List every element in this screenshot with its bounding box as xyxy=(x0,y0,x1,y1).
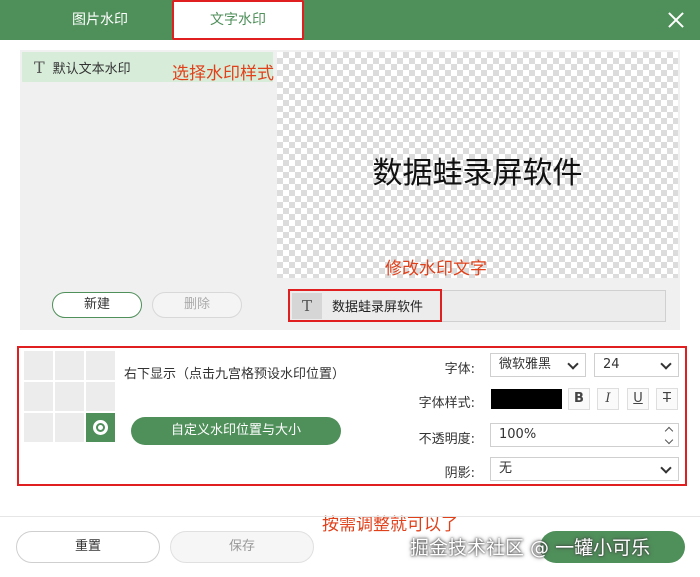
font-style-label: 字体样式: xyxy=(418,396,475,411)
new-button[interactable]: 新建 xyxy=(52,292,142,318)
font-color-swatch[interactable] xyxy=(491,389,562,409)
save-button[interactable]: 保存 xyxy=(170,531,314,563)
shadow-select[interactable]: 无 xyxy=(490,457,679,481)
footer-divider xyxy=(0,516,700,517)
font-label: 字体: xyxy=(444,362,475,377)
annotation-choose-style: 选择水印样式 xyxy=(172,64,274,84)
style-item-label: 默认文本水印 xyxy=(52,61,131,77)
position-cell-9-selected-icon[interactable] xyxy=(86,413,115,442)
font-size-value: 24 xyxy=(603,357,620,372)
watermark-settings: 右下显示（点击九宫格预设水印位置） 自定义水印位置与大小 字体: 微软雅黑 24… xyxy=(17,346,687,486)
position-cell-3[interactable] xyxy=(86,351,115,380)
tab-text-watermark[interactable]: 文字水印 xyxy=(172,0,304,40)
close-icon[interactable] xyxy=(666,10,686,30)
chevron-down-icon xyxy=(660,462,672,474)
reset-button[interactable]: 重置 xyxy=(16,531,160,563)
stepper-arrows-icon[interactable] xyxy=(664,426,674,445)
delete-button[interactable]: 删除 xyxy=(152,292,242,318)
custom-position-button[interactable]: 自定义水印位置与大小 xyxy=(131,417,341,445)
font-value: 微软雅黑 xyxy=(499,357,552,372)
annotation-edit-text: 修改水印文字 xyxy=(385,259,487,279)
font-select[interactable]: 微软雅黑 xyxy=(490,353,586,377)
position-cell-2[interactable] xyxy=(55,351,84,380)
site-watermark: 掘金技术社区 @ 一罐小可乐 xyxy=(410,537,651,559)
shadow-value: 无 xyxy=(499,461,513,476)
text-type-icon: T xyxy=(34,57,45,77)
opacity-value: 100% xyxy=(499,427,537,442)
position-cell-8[interactable] xyxy=(55,413,84,442)
annotation-adjust: 按需调整就可以了 xyxy=(322,515,458,535)
strikethrough-button[interactable]: T xyxy=(656,388,678,410)
position-cell-1[interactable] xyxy=(24,351,53,380)
underline-button[interactable]: U xyxy=(627,388,649,410)
position-cell-4[interactable] xyxy=(24,382,53,411)
position-cell-5[interactable] xyxy=(55,382,84,411)
text-input-highlight xyxy=(288,289,442,322)
chevron-down-icon xyxy=(660,358,672,370)
dialog-header: 图片水印 文字水印 xyxy=(0,0,700,40)
watermark-editor: T 默认文本水印 选择水印样式 新建 删除 数据蛙录屏软件 修改水印文字 T 数… xyxy=(20,50,680,330)
shadow-label: 阴影: xyxy=(444,466,475,481)
italic-button[interactable]: I xyxy=(597,388,619,410)
preview-watermark-text[interactable]: 数据蛙录屏软件 xyxy=(277,148,678,192)
watermark-style-list: T 默认文本水印 选择水印样式 新建 删除 xyxy=(20,50,275,330)
opacity-label: 不透明度: xyxy=(418,432,475,447)
position-cell-7[interactable] xyxy=(24,413,53,442)
chevron-down-icon xyxy=(567,358,579,370)
watermark-preview: 数据蛙录屏软件 xyxy=(277,52,678,278)
position-description: 右下显示（点击九宫格预设水印位置） xyxy=(124,367,346,382)
font-size-select[interactable]: 24 xyxy=(594,353,679,377)
opacity-stepper[interactable]: 100% xyxy=(490,423,679,447)
position-cell-6[interactable] xyxy=(86,382,115,411)
bold-button[interactable]: B xyxy=(568,388,590,410)
tab-image-watermark[interactable]: 图片水印 xyxy=(30,0,170,40)
